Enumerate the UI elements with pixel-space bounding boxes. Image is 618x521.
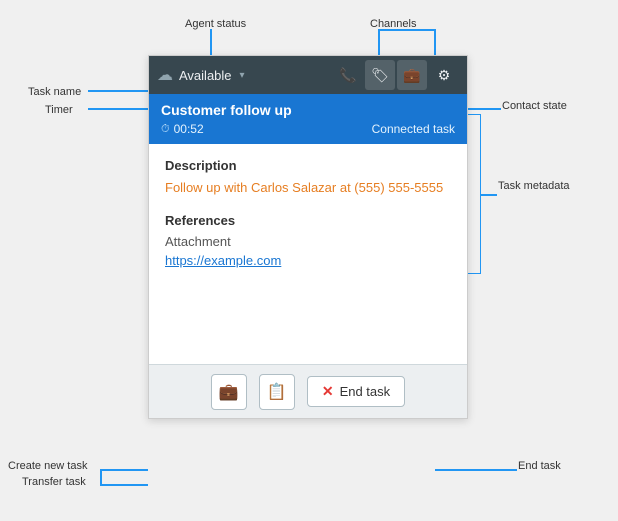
chevron-down-icon[interactable]: ▾: [240, 70, 245, 81]
annotation-agent-status: Agent status: [185, 18, 246, 30]
cloud-icon: ☁: [157, 65, 173, 85]
references-label: References: [165, 213, 451, 228]
timer-value: 00:52: [174, 122, 204, 136]
reference-link[interactable]: https://example.com: [165, 253, 451, 268]
line-vert-create-transfer: [100, 469, 102, 485]
attachment-label: Attachment: [165, 234, 451, 249]
annotation-create-new-task: Create new task: [8, 460, 87, 472]
task-footer: 💼 📋 ✕ End task: [149, 364, 467, 418]
create-new-task-button[interactable]: 💼: [211, 374, 247, 410]
annotation-task-name: Task name: [28, 86, 81, 98]
description-text: Follow up with Carlos Salazar at (555) 5…: [165, 179, 451, 197]
task-body: Description Follow up with Carlos Salaza…: [149, 144, 467, 364]
description-label: Description: [165, 158, 451, 173]
end-task-label: End task: [340, 384, 391, 399]
transfer-task-button[interactable]: 📋: [259, 374, 295, 410]
line-task-metadata: [481, 194, 497, 196]
references-section: References Attachment https://example.co…: [165, 213, 451, 268]
widget: ☁ Available ▾ 📞 🏷 💼 ⚙ Customer follow up…: [148, 55, 468, 419]
agent-status-text: Available: [179, 68, 232, 83]
phone-channel-button[interactable]: 📞: [333, 60, 363, 90]
line-channels-left: [378, 29, 380, 56]
line-task-name: [88, 90, 148, 92]
line-end-task: [435, 469, 517, 471]
annotation-end-task-label: End task: [518, 460, 561, 472]
task-meta-row: ⏱ 00:52 Connected task: [161, 122, 455, 136]
line-create-task: [100, 469, 148, 471]
bracket-task-metadata: [467, 114, 481, 274]
annotation-transfer-task: Transfer task: [22, 476, 86, 488]
end-task-button[interactable]: ✕ End task: [307, 376, 405, 407]
topbar-right: 📞 🏷 💼 ⚙: [333, 60, 459, 90]
clock-icon: ⏱: [161, 123, 170, 136]
task-channel-button[interactable]: 💼: [397, 60, 427, 90]
chat-channel-button[interactable]: 🏷: [365, 60, 395, 90]
line-agent-status: [210, 29, 212, 56]
annotation-timer: Timer: [45, 104, 73, 116]
line-transfer-task: [100, 484, 148, 486]
task-title: Customer follow up: [161, 102, 455, 118]
line-channels-right: [434, 29, 436, 56]
annotation-task-metadata: Task metadata: [498, 180, 570, 192]
outer-wrapper: Agent status Channels Task name Timer Co…: [0, 0, 618, 521]
topbar: ☁ Available ▾ 📞 🏷 💼 ⚙: [149, 56, 467, 94]
task-header: Customer follow up ⏱ 00:52 Connected tas…: [149, 94, 467, 144]
line-timer: [88, 108, 148, 110]
contact-state-badge: Connected task: [372, 122, 455, 136]
line-channels-horiz: [378, 29, 434, 31]
topbar-left: ☁ Available ▾: [157, 65, 327, 85]
task-timer: ⏱ 00:52: [161, 122, 204, 136]
end-task-icon: ✕: [322, 383, 334, 400]
settings-button[interactable]: ⚙: [429, 60, 459, 90]
annotation-contact-state: Contact state: [502, 100, 567, 112]
